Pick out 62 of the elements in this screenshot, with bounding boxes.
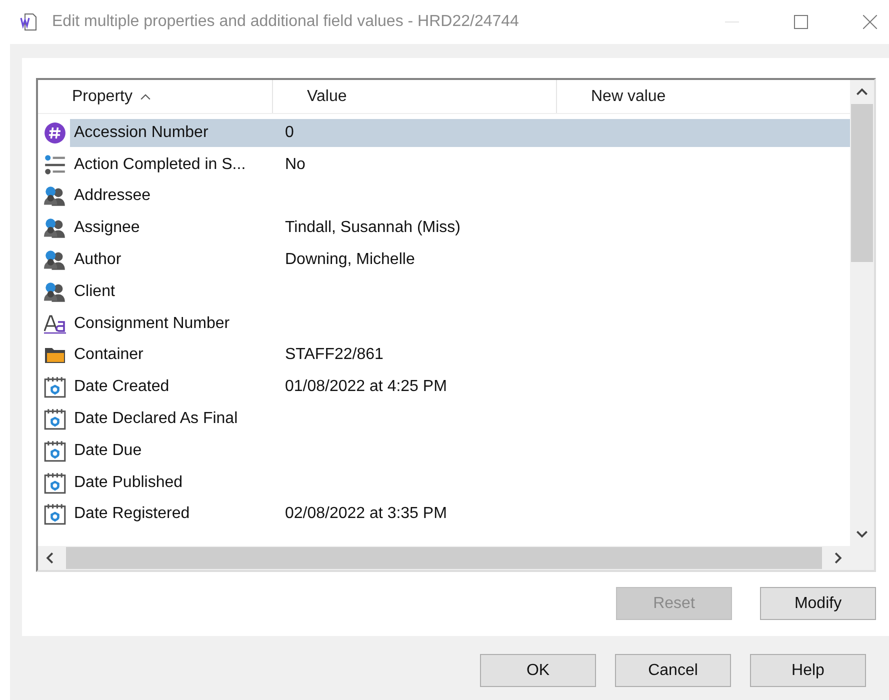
property-name: Assignee — [73, 219, 141, 238]
scroll-left-icon[interactable] — [44, 552, 56, 564]
dialog-button[interactable]: Cancel — [615, 654, 731, 687]
property-name: Date Published — [73, 474, 184, 492]
list-row[interactable]: Accession Number 0 — [70, 118, 850, 147]
people-icon — [44, 280, 66, 303]
property-name: Consignment Number — [73, 314, 231, 333]
hash-icon — [44, 122, 66, 144]
calendar-icon — [44, 440, 66, 462]
list-row[interactable]: Consignment Number — [70, 310, 850, 338]
column-header[interactable]: Property — [38, 80, 273, 113]
people-icon — [44, 217, 66, 240]
property-name: Addressee — [73, 187, 152, 206]
list-row[interactable]: Date Due — [70, 436, 850, 465]
scroll-down-icon[interactable] — [856, 528, 868, 540]
property-name: Action Completed in S... — [73, 156, 247, 174]
list-row[interactable]: Container STAFF22/861 — [70, 341, 850, 370]
font-icon — [44, 312, 66, 335]
calendar-icon — [44, 408, 66, 430]
people-icon — [44, 249, 66, 272]
property-value: 02/08/2022 at 3:35 PM — [284, 505, 447, 524]
modify-button[interactable]: Modify — [760, 587, 876, 620]
list-row[interactable]: Client — [70, 278, 850, 306]
list-row[interactable]: Date Created 01/08/2022 at 4:25 PM — [70, 373, 850, 402]
property-name: Date Due — [73, 442, 143, 460]
maximize-icon[interactable] — [794, 15, 808, 29]
property-name: Date Registered — [73, 505, 191, 524]
scroll-up-icon[interactable] — [856, 86, 868, 98]
list-row[interactable]: Author Downing, Michelle — [70, 246, 850, 274]
property-name: Container — [73, 346, 144, 364]
property-name: Author — [73, 251, 122, 270]
property-value: No — [284, 156, 306, 174]
property-value: Downing, Michelle — [284, 251, 415, 270]
calendar-icon — [44, 376, 66, 398]
list-row[interactable]: Date Registered 02/08/2022 at 3:35 PM — [70, 500, 850, 528]
dialog-button[interactable]: Help — [750, 654, 866, 687]
property-value: 01/08/2022 at 4:25 PM — [284, 378, 447, 396]
list-row[interactable]: Addressee — [70, 182, 850, 210]
property-value: Tindall, Susannah (Miss) — [284, 219, 460, 238]
column-header[interactable]: Value — [273, 80, 557, 113]
horizontal-scrollbar[interactable] — [38, 546, 850, 570]
dialog-button[interactable]: OK — [480, 654, 596, 687]
people-icon — [44, 185, 66, 208]
property-value: STAFF22/861 — [284, 346, 384, 364]
vertical-scrollbar[interactable] — [850, 80, 874, 570]
close-icon[interactable] — [863, 15, 877, 29]
calendar-icon — [44, 503, 66, 526]
property-name: Date Created — [73, 378, 170, 396]
scroll-right-icon[interactable] — [832, 552, 844, 564]
calendar-icon — [44, 472, 66, 494]
document-icon — [20, 13, 38, 31]
window-title: Edit multiple properties and additional field values - HRD22/24744 — [52, 13, 519, 31]
property-name: Date Declared As Final — [73, 410, 239, 428]
column-header[interactable]: New value — [557, 80, 850, 113]
property-value: 0 — [284, 124, 294, 142]
options-list-icon — [44, 154, 66, 176]
list-row[interactable]: Action Completed in S... No — [70, 150, 850, 179]
list-row[interactable]: Date Published — [70, 468, 850, 497]
property-name: Accession Number — [73, 124, 210, 142]
list-row[interactable]: Date Declared As Final — [70, 405, 850, 434]
list-row[interactable]: Assignee Tindall, Susannah (Miss) — [70, 214, 850, 242]
property-name: Client — [73, 282, 116, 301]
